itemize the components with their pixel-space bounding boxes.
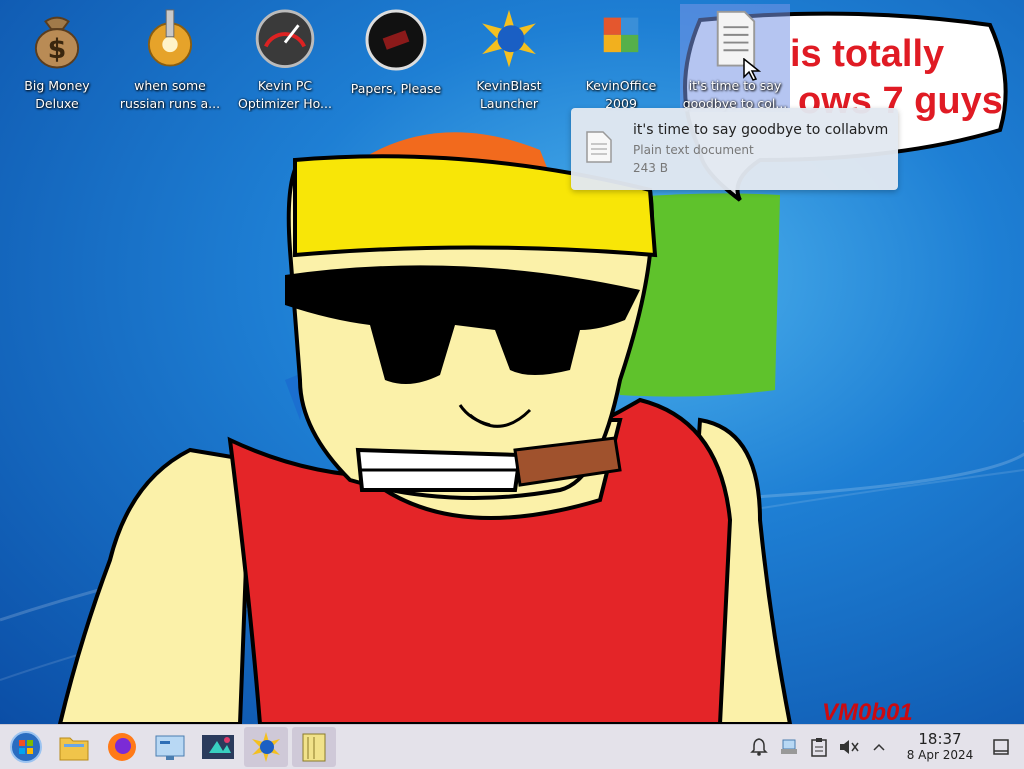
taskbar-system-settings[interactable] [148, 727, 192, 767]
expand-tray-button[interactable] [864, 732, 894, 762]
signature: VM0b01 [822, 699, 913, 724]
icon-label: Kevin PC Optimizer Ho... [238, 78, 332, 112]
office-logo-icon [603, 17, 639, 53]
system-settings-icon [155, 735, 185, 760]
system-tray: 18:37 8 Apr 2024 [744, 725, 1024, 769]
network-icon [781, 739, 797, 754]
desktop[interactable]: is totally ows 7 guys VM0b01 $ Big Money… [0, 0, 1024, 724]
tooltip-filesize: 243 B [633, 161, 668, 175]
file-manager-icon [59, 737, 89, 761]
clipboard-icon [811, 738, 827, 757]
notifications-button[interactable] [744, 732, 774, 762]
mouse-pointer-icon [743, 58, 761, 81]
speech-text-1: is totally [790, 33, 944, 75]
network-button[interactable] [774, 732, 804, 762]
desktop-icon-kevinoffice-2009[interactable]: KevinOffice 2009 [566, 4, 676, 112]
icon-label: Big Money Deluxe [24, 78, 90, 112]
taskbar: 18:37 8 Apr 2024 [0, 724, 1024, 769]
digital-clock[interactable]: 18:37 8 Apr 2024 [900, 731, 980, 763]
money-bag-icon: $ [34, 16, 80, 69]
taskbar-firefox[interactable] [100, 727, 144, 767]
notes-task-icon [302, 733, 326, 762]
clipboard-button[interactable] [804, 732, 834, 762]
show-desktop-icon [993, 739, 1009, 755]
speedometer-icon [255, 9, 315, 68]
start-orb-icon [10, 731, 42, 763]
tooltip-filename: it's time to say goodbye to collabvm [633, 122, 889, 138]
kevinblast-task-icon [252, 732, 280, 762]
discover-store-icon [202, 735, 234, 759]
start-button[interactable] [4, 727, 48, 767]
notifications-bell-icon [750, 738, 768, 756]
desktop-icon-kevin-pc-optimizer[interactable]: Kevin PC Optimizer Ho... [230, 4, 340, 112]
icon-label: Papers, Please [350, 81, 442, 96]
gear-icon [147, 9, 193, 67]
taskbar-task-notes[interactable] [292, 727, 336, 767]
icon-label: KevinOffice 2009 [585, 78, 657, 112]
icon-label: it's time to say goodbye to col... [682, 78, 788, 112]
firefox-icon [108, 733, 136, 761]
tooltip-filetype: Plain text document [633, 143, 754, 157]
desktop-icon-goodbye-collabvm-txt[interactable]: it's time to say goodbye to col... [680, 4, 790, 112]
expand-tray-icon [873, 743, 885, 751]
icon-label: KevinBlast Launcher [476, 78, 542, 112]
desktop-icon-big-money-deluxe[interactable]: $ Big Money Deluxe [2, 4, 112, 112]
file-info-tooltip: it's time to say goodbye to collabvm Pla… [571, 108, 898, 190]
svg-text:$: $ [48, 34, 67, 65]
desktop-icon-papers-please[interactable]: Papers, Please [341, 4, 451, 112]
papers-please-icon [365, 9, 427, 71]
show-desktop-button[interactable] [986, 732, 1016, 762]
taskbar-task-kevinblast[interactable] [244, 727, 288, 767]
left-arm [57, 447, 253, 724]
clock-time: 18:37 [918, 730, 962, 748]
icon-label: when some russian runs a... [119, 78, 221, 112]
clock-date: 8 Apr 2024 [906, 748, 974, 762]
desktop-icon-kevinblast-launcher[interactable]: KevinBlast Launcher [454, 4, 564, 112]
volume-button[interactable] [834, 732, 864, 762]
text-document-icon [586, 131, 612, 163]
taskbar-file-manager[interactable] [52, 727, 96, 767]
starburst-globe-icon [482, 9, 536, 68]
desktop-icon-russian-script[interactable]: when some russian runs a... [115, 4, 225, 112]
volume-muted-icon [840, 740, 859, 754]
taskbar-discover[interactable] [196, 727, 240, 767]
